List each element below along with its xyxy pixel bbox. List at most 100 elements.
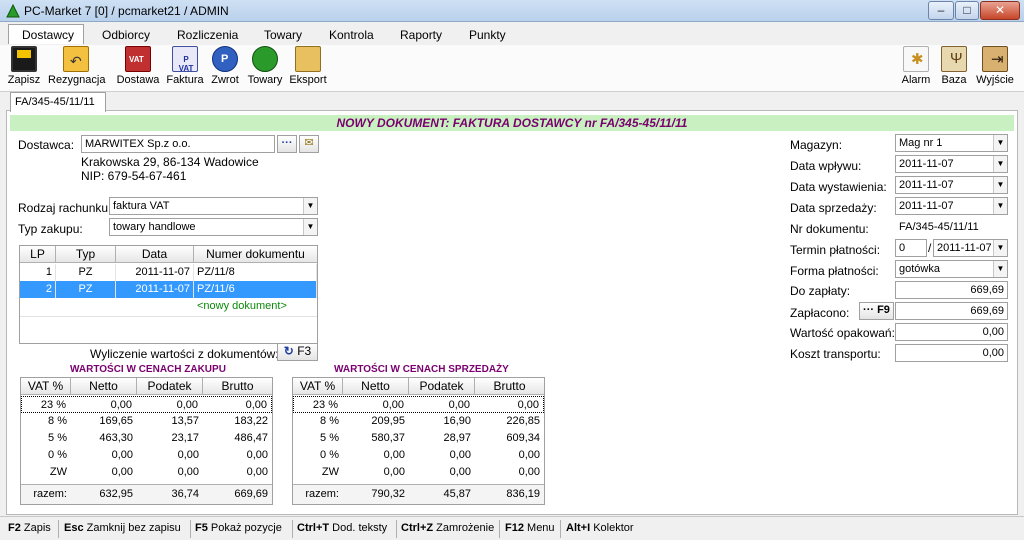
documents-table: LP Typ Data Numer dokumentu 1 PZ 2011-11… <box>19 245 318 344</box>
shortcut-f2[interactable]: F2 Zapis <box>8 522 51 534</box>
bill-type-select[interactable]: faktura VAT ▼ <box>109 197 318 215</box>
calc-label: Wyliczenie wartości z dokumentów: <box>90 347 279 361</box>
table-row-selected[interactable]: 2 PZ 2011-11-07 PZ/11/6 <box>20 281 317 298</box>
export-icon <box>295 46 321 72</box>
eksport-button[interactable]: Eksport <box>288 46 328 86</box>
refresh-icon: ↻ <box>283 344 294 358</box>
menu-punkty[interactable]: Punkty <box>469 28 506 42</box>
data-wystawienia-picker[interactable]: 2011-11-07 ▼ <box>895 176 1008 194</box>
chevron-down-icon: ▼ <box>993 198 1007 214</box>
opakowan-field[interactable]: 0,00 <box>895 323 1008 341</box>
tab-document[interactable]: FA/345-45/11/11 <box>10 92 106 112</box>
menu-odbiorcy[interactable]: Odbiorcy <box>102 28 150 42</box>
divider <box>292 520 293 538</box>
table-row[interactable]: 8 % 209,95 16,90 226,85 <box>293 413 544 430</box>
col-header-brutto: Brutto <box>203 378 272 395</box>
invoice-icon: P VAT <box>172 46 198 73</box>
app-icon <box>6 4 20 18</box>
col-header-numer[interactable]: Numer dokumentu <box>194 246 317 263</box>
data-wystawienia-label: Data wystawienia: <box>790 180 887 194</box>
termin-date-picker[interactable]: 2011-11-07 ▼ <box>933 239 1008 257</box>
menu-bar <box>0 23 1024 45</box>
dostawa-button[interactable]: VAT Dostawa <box>115 46 161 86</box>
shortcut-f5[interactable]: F5 Pokaż pozycje <box>195 522 282 534</box>
faktura-button[interactable]: P VAT Faktura <box>166 46 204 86</box>
table-row[interactable]: ZW 0,00 0,00 0,00 <box>293 464 544 481</box>
zwrot-button[interactable]: P Zwrot <box>209 46 241 86</box>
divider <box>58 520 59 538</box>
table-row[interactable]: ZW 0,00 0,00 0,00 <box>21 464 272 481</box>
table-row[interactable]: 1 PZ 2011-11-07 PZ/11/8 <box>20 264 317 281</box>
return-icon: P <box>212 46 238 72</box>
menu-towary[interactable]: Towary <box>264 28 302 42</box>
magazyn-select[interactable]: Mag nr 1 ▼ <box>895 134 1008 152</box>
wyjscie-button[interactable]: ⇥ Wyjście <box>975 46 1015 86</box>
card-icon: ✉ <box>304 137 314 149</box>
col-header-vat: VAT % <box>293 378 343 395</box>
chevron-down-icon: ▼ <box>993 261 1007 277</box>
supplier-field[interactable]: MARWITEX Sp.z o.o. <box>81 135 275 153</box>
baza-button[interactable]: Ψ Baza <box>938 46 970 86</box>
menu-dostawcy[interactable]: Dostawcy <box>22 28 74 42</box>
table-row[interactable]: 8 % 169,65 13,57 183,22 <box>21 413 272 430</box>
supplier-card-button[interactable]: ✉ <box>299 135 319 153</box>
shortcut-esc[interactable]: Esc Zamknij bez zapisu <box>64 522 181 534</box>
towary-button[interactable]: Towary <box>245 46 285 86</box>
data-sprzedazy-picker[interactable]: 2011-11-07 ▼ <box>895 197 1008 215</box>
menu-kontrola[interactable]: Kontrola <box>329 28 374 42</box>
alarm-button[interactable]: ✱ Alarm <box>899 46 933 86</box>
chevron-down-icon: ▼ <box>303 198 317 214</box>
table-row[interactable]: 0 % 0,00 0,00 0,00 <box>293 447 544 464</box>
chevron-down-icon: ▼ <box>993 156 1007 172</box>
total-row: razem: 790,32 45,87 836,19 <box>293 484 544 504</box>
shortcut-ctrl-t[interactable]: Ctrl+T Dod. teksty <box>297 522 387 534</box>
purchase-type-label: Typ zakupu: <box>18 222 83 236</box>
divider <box>499 520 500 538</box>
menu-raporty[interactable]: Raporty <box>400 28 442 42</box>
row-divider <box>20 316 317 317</box>
magazyn-label: Magazyn: <box>790 138 843 152</box>
new-document-link[interactable]: <nowy dokument> <box>194 298 317 315</box>
total-row: razem: 632,95 36,74 669,69 <box>21 484 272 504</box>
close-button[interactable]: ✕ <box>980 1 1020 20</box>
divider <box>560 520 561 538</box>
col-header-lp[interactable]: LP <box>20 246 56 263</box>
table-row[interactable]: 5 % 580,37 28,97 609,34 <box>293 430 544 447</box>
do-zaplaty-label: Do zapłaty: <box>790 284 851 298</box>
menu-rozliczenia[interactable]: Rozliczenia <box>177 28 238 42</box>
opakowan-label: Wartość opakowań: <box>790 326 895 340</box>
sale-values-title: WARTOŚCI W CENACH SPRZEDAŻY <box>334 364 509 375</box>
col-header-brutto: Brutto <box>475 378 544 395</box>
col-header-vat: VAT % <box>21 378 71 395</box>
supplier-browse-button[interactable]: ··· <box>277 135 297 153</box>
table-row[interactable]: 5 % 463,30 23,17 486,47 <box>21 430 272 447</box>
table-row-focused[interactable]: 23 % 0,00 0,00 0,00 <box>21 396 272 413</box>
database-icon: Ψ <box>941 46 967 72</box>
col-header-typ[interactable]: Typ <box>56 246 116 263</box>
supplier-address: Krakowska 29, 86-134 Wadowice <box>81 155 259 169</box>
zaplacono-field[interactable]: 669,69 <box>895 302 1008 320</box>
shortcut-ctrl-z[interactable]: Ctrl+Z Zamrożenie <box>401 522 494 534</box>
forma-platnosci-select[interactable]: gotówka ▼ <box>895 260 1008 278</box>
zaplacono-f9-button[interactable]: ··· F9 <box>859 302 894 320</box>
purchase-type-select[interactable]: towary handlowe ▼ <box>109 218 318 236</box>
transport-field[interactable]: 0,00 <box>895 344 1008 362</box>
data-wplywu-label: Data wpływu: <box>790 159 862 173</box>
calc-f3-button[interactable]: ↻ F3 <box>277 343 318 361</box>
nr-dokumentu-label: Nr dokumentu: <box>790 222 869 236</box>
chevron-down-icon: ▼ <box>993 177 1007 193</box>
bill-type-label: Rodzaj rachunku: <box>18 201 112 215</box>
data-wplywu-picker[interactable]: 2011-11-07 ▼ <box>895 155 1008 173</box>
maximize-button[interactable]: □ <box>955 1 979 20</box>
table-row[interactable]: 0 % 0,00 0,00 0,00 <box>21 447 272 464</box>
nr-dokumentu-field[interactable]: FA/345-45/11/11 <box>895 218 1008 236</box>
zapisz-button[interactable]: Zapisz <box>6 46 42 86</box>
do-zaplaty-field[interactable]: 669,69 <box>895 281 1008 299</box>
termin-days-field[interactable]: 0 <box>895 239 927 257</box>
shortcut-alt-i[interactable]: Alt+I Kolektor <box>566 522 634 534</box>
table-row-focused[interactable]: 23 % 0,00 0,00 0,00 <box>293 396 544 413</box>
col-header-data[interactable]: Data <box>116 246 194 263</box>
rezygnacja-button[interactable]: ↶ Rezygnacja <box>48 46 105 86</box>
shortcut-f12[interactable]: F12 Menu <box>505 522 555 534</box>
minimize-button[interactable]: – <box>928 1 954 20</box>
